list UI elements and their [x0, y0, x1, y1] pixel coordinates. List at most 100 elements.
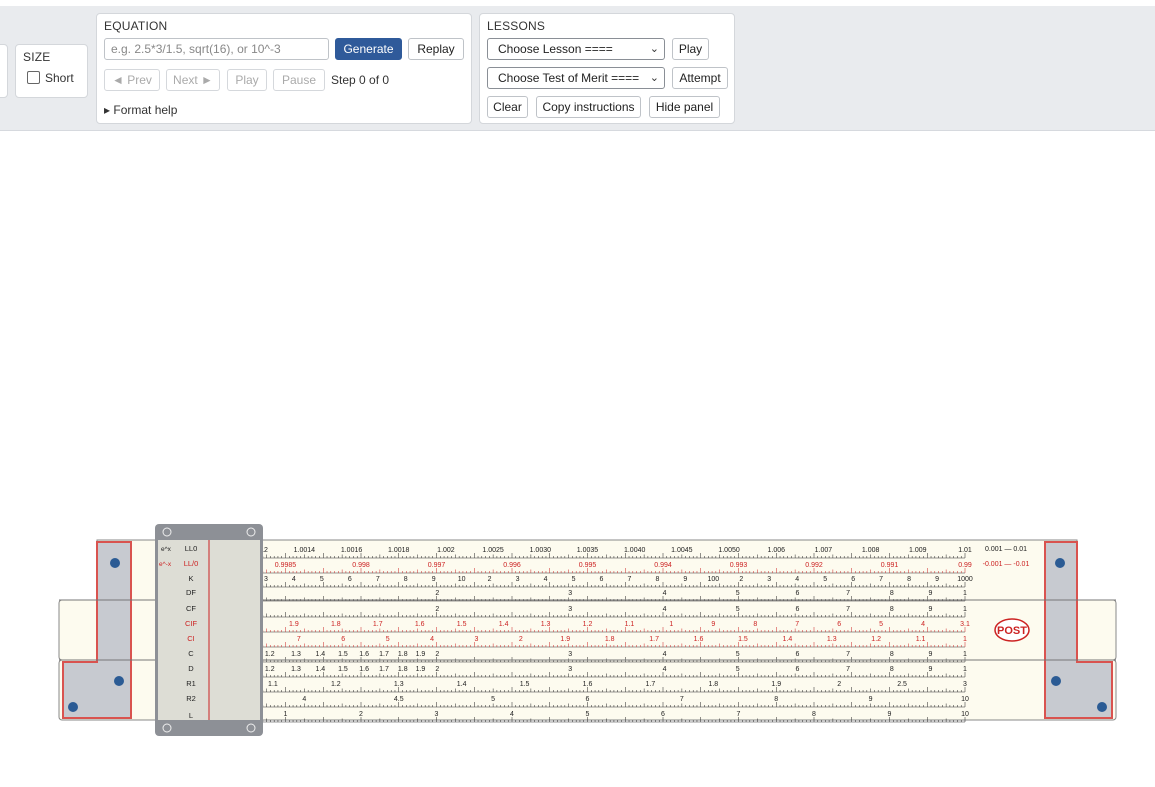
scale-tick-label: 9: [929, 651, 933, 658]
scale-tick-label: 5: [572, 576, 576, 583]
scale-tick-label: 4: [510, 711, 514, 718]
format-help-toggle[interactable]: ▸ Format help: [104, 103, 177, 117]
scale-tick-label: 6: [837, 621, 841, 628]
scale-tick-label: 1.8: [708, 681, 718, 688]
scale-tick-label: 3.1: [960, 621, 970, 628]
scale-tick-label: 6: [796, 651, 800, 658]
scale-tick-label: 1.1: [625, 621, 635, 628]
scale-tick-label: 2: [837, 681, 841, 688]
scale-tick-label: 0.996: [503, 562, 521, 569]
scale-name-label: R1: [186, 679, 196, 688]
scale-tick-label: 100: [707, 576, 719, 583]
bracket-screw-icon: [1051, 676, 1061, 686]
scale-tick-label: 1.7: [379, 666, 389, 673]
lesson-play-button[interactable]: Play: [672, 38, 709, 60]
scale-tick-label: 4: [544, 576, 548, 583]
scale-tick-label: 2.5: [897, 681, 907, 688]
scale-tick-label: 1.7: [379, 651, 389, 658]
scale-tick-label: 1.01: [958, 547, 972, 554]
scale-tick-label: 0.991: [881, 562, 899, 569]
scale-tick-label: 8: [890, 666, 894, 673]
scale-tick-label: 1.4: [315, 651, 325, 658]
scale-tick-label: 2: [435, 666, 439, 673]
scale-tick-label: 4: [663, 651, 667, 658]
scale-tick-label: 1.0035: [577, 547, 599, 554]
scale-tick-label: 7: [627, 576, 631, 583]
scale-tick-label: 6: [796, 606, 800, 613]
scale-tick-label: 1.6: [415, 621, 425, 628]
scale-tick-label: 3: [963, 681, 967, 688]
scale-tick-label: 1.2: [265, 666, 275, 673]
lessons-panel: LESSONS Choose Lesson ==== ⌄ Play Choose…: [479, 13, 735, 124]
scale-name-label: K: [188, 574, 193, 583]
scale-tick-label: 1.5: [338, 666, 348, 673]
chevron-down-icon: ⌄: [649, 72, 659, 84]
scale-tick-label: 8: [890, 606, 894, 613]
generate-button[interactable]: Generate: [335, 38, 402, 60]
scale-tick-label: 4: [795, 576, 799, 583]
scale-tick-label: 7: [297, 636, 301, 643]
slide-rule-svg[interactable]: POST1.0011.00121.00141.00161.00181.0021.…: [55, 520, 1120, 740]
clear-button[interactable]: Clear: [487, 96, 528, 118]
scale-tick-label: 8: [907, 576, 911, 583]
scale-tick-label: 8: [404, 576, 408, 583]
scale-tick-label: 2: [488, 576, 492, 583]
prev-button[interactable]: ◄ Prev: [104, 69, 160, 91]
scale-tick-label: 1.0045: [671, 547, 693, 554]
scale-tick-label: 3: [435, 711, 439, 718]
scale-tick-label: 1.9: [416, 651, 426, 658]
bracket-screw-icon: [68, 702, 78, 712]
scale-tick-label: 5: [386, 636, 390, 643]
scale-tick-label: 1.8: [605, 636, 615, 643]
scale-tick-label: 1.1: [268, 681, 278, 688]
ll00-range-label: -0.001 — -0.01: [983, 561, 1030, 568]
bracket-screw-icon: [1055, 558, 1065, 568]
test-select[interactable]: Choose Test of Merit ==== ⌄: [487, 67, 665, 89]
scale-tick-label: 7: [376, 576, 380, 583]
scale-tick-label: 1.4: [782, 636, 792, 643]
scale-name-label: LL0: [185, 544, 198, 553]
scale-tick-label: 1.7: [646, 681, 656, 688]
scale-tick-label: 4: [663, 606, 667, 613]
scale-tick-label: 9: [935, 576, 939, 583]
pause-button[interactable]: Pause: [273, 69, 325, 91]
scale-tick-label: 8: [655, 576, 659, 583]
scale-tick-label: 1.9: [560, 636, 570, 643]
scale-name-label: CIF: [185, 619, 198, 628]
replay-button[interactable]: Replay: [408, 38, 464, 60]
copy-instructions-button[interactable]: Copy instructions: [536, 96, 641, 118]
scale-tick-label: 6: [341, 636, 345, 643]
scale-tick-label: 0.998: [352, 562, 370, 569]
attempt-button[interactable]: Attempt: [672, 67, 728, 89]
scale-tick-label: 8: [890, 590, 894, 597]
hide-panel-button[interactable]: Hide panel: [649, 96, 720, 118]
scale-tick-label: 2: [435, 651, 439, 658]
scale-tick-label: 1.4: [499, 621, 509, 628]
scale-tick-label: 1.9: [289, 621, 299, 628]
scale-tick-label: 6: [586, 696, 590, 703]
scale-tick-label: 4: [292, 576, 296, 583]
scale-tick-label: 5: [320, 576, 324, 583]
scale-tick-label: 10: [458, 576, 466, 583]
play-button[interactable]: Play: [227, 69, 267, 91]
scale-tick-label: 7: [680, 696, 684, 703]
scale-tick-label: 5: [736, 590, 740, 597]
scale-tick-label: 1.006: [767, 547, 785, 554]
slide-rule[interactable]: POST1.0011.00121.00141.00161.00181.0021.…: [55, 520, 1120, 740]
scale-name-label: DF: [186, 588, 196, 597]
scale-tick-label: 1.2: [265, 651, 275, 658]
scale-tick-label: 1.9: [771, 681, 781, 688]
top-toolbar: SIZE Short EQUATION e.g. 2.5*3/1.5, sqrt…: [0, 6, 1155, 131]
scale-tick-label: 1.6: [694, 636, 704, 643]
lesson-select-value: Choose Lesson ====: [498, 42, 613, 56]
scale-tick-label: 7: [846, 651, 850, 658]
scale-tick-label: 7: [846, 590, 850, 597]
next-button[interactable]: Next ►: [166, 69, 220, 91]
lesson-select[interactable]: Choose Lesson ==== ⌄: [487, 38, 665, 60]
scale-tick-label: 1.009: [909, 547, 927, 554]
scale-tick-label: 5: [491, 696, 495, 703]
scale-tick-label: 3: [568, 651, 572, 658]
short-checkbox[interactable]: [27, 71, 40, 84]
scale-tick-label: 4: [663, 590, 667, 597]
equation-input[interactable]: e.g. 2.5*3/1.5, sqrt(16), or 10^-3: [104, 38, 329, 60]
